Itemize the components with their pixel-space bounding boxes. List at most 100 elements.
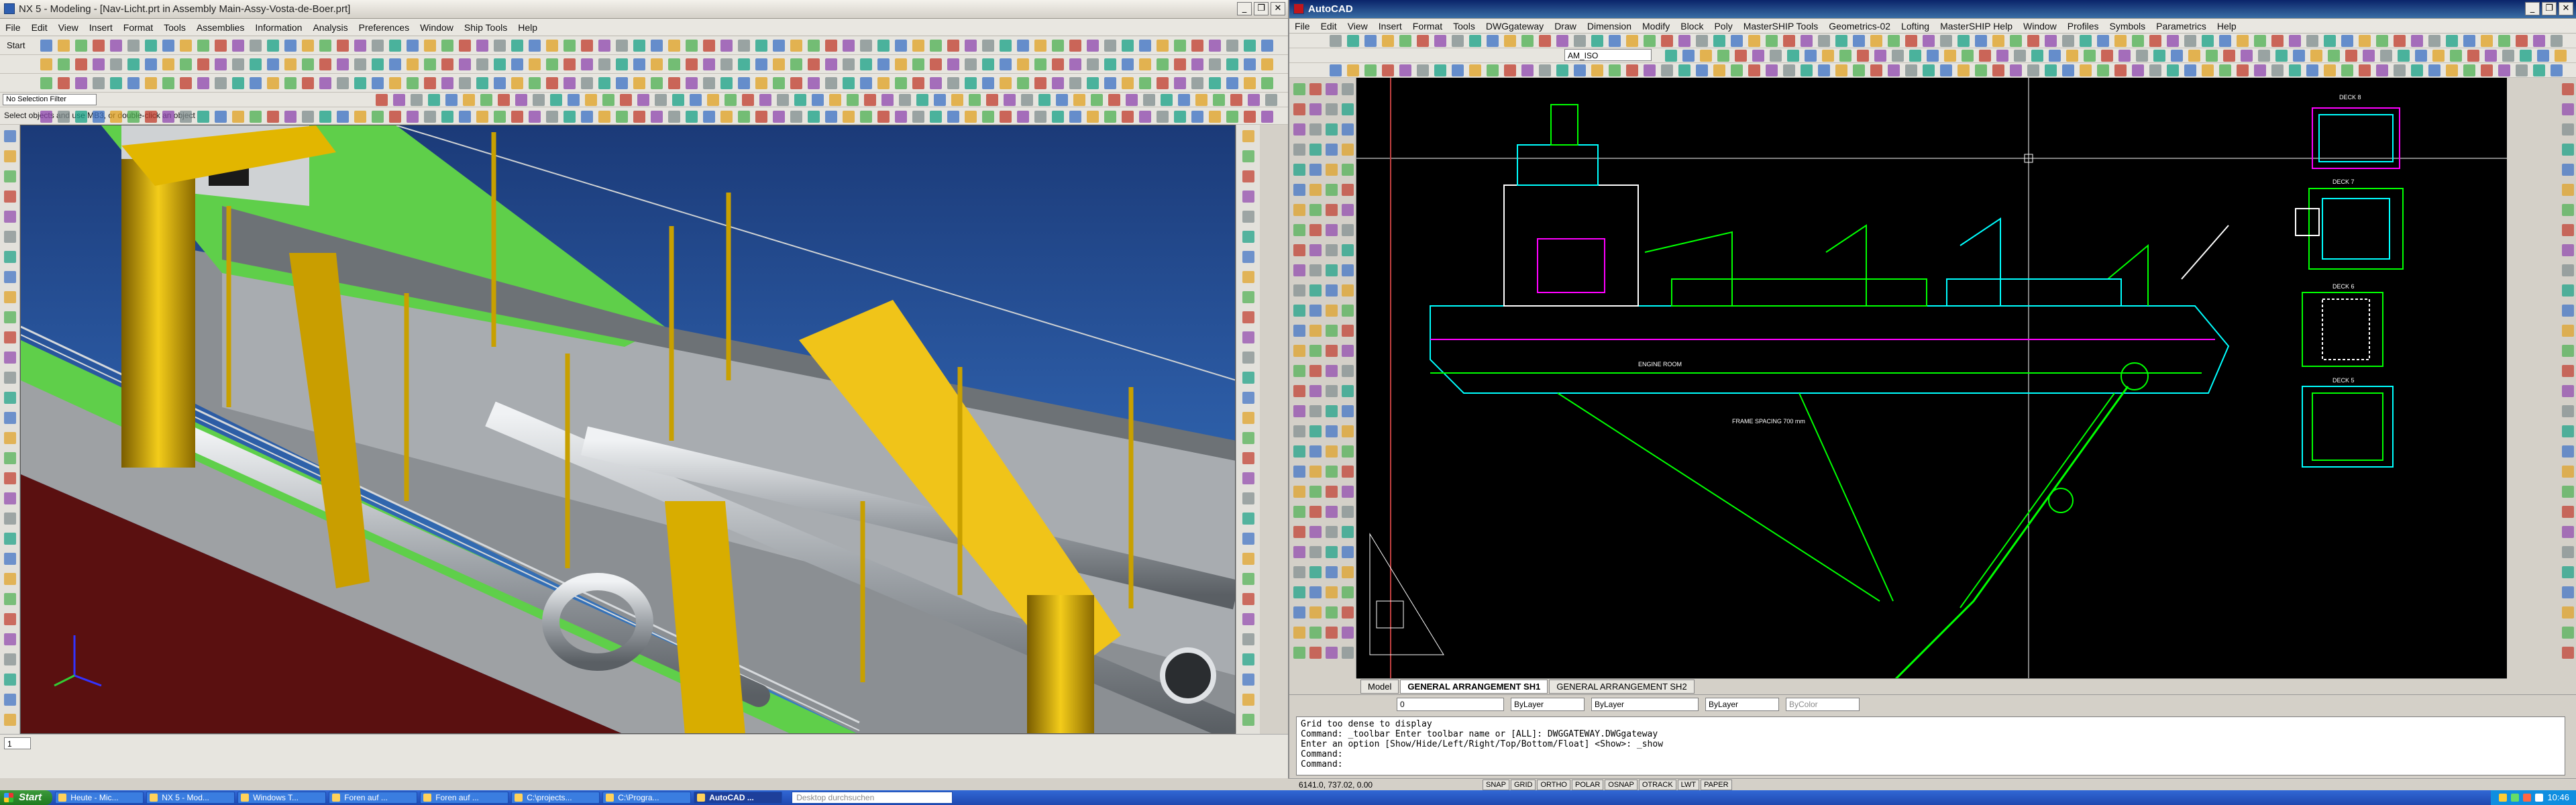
toolbar-tool-icon[interactable] xyxy=(1157,58,1169,70)
nx-menu-item-9[interactable]: Preferences xyxy=(354,22,415,33)
toolbar-tool-icon[interactable] xyxy=(2184,35,2196,47)
toolbar-tool-icon[interactable] xyxy=(337,111,349,123)
toolbar-tool-icon[interactable] xyxy=(1017,77,1029,89)
side-toolbar-icon[interactable] xyxy=(4,432,16,444)
toolbar-tool-icon[interactable] xyxy=(1191,77,1203,89)
side-toolbar-icon[interactable] xyxy=(4,513,16,525)
toolbar-tool-icon[interactable] xyxy=(2066,50,2078,62)
toolbar-tool-icon[interactable] xyxy=(877,77,890,89)
toolbar-tool-icon[interactable] xyxy=(2463,35,2475,47)
side-toolbar-icon[interactable] xyxy=(1242,231,1254,243)
side-toolbar-icon[interactable] xyxy=(1342,365,1354,377)
toolbar-tool-icon[interactable] xyxy=(354,111,366,123)
side-toolbar-icon[interactable] xyxy=(2562,305,2574,317)
toolbar-tool-icon[interactable] xyxy=(511,40,523,52)
side-toolbar-icon[interactable] xyxy=(1342,466,1354,478)
side-toolbar-icon[interactable] xyxy=(1309,244,1322,256)
toolbar-tool-icon[interactable] xyxy=(1330,64,1342,76)
toolbar-tool-icon[interactable] xyxy=(372,58,384,70)
toolbar-tool-icon[interactable] xyxy=(755,77,767,89)
toolbar-tool-icon[interactable] xyxy=(2202,64,2214,76)
side-toolbar-icon[interactable] xyxy=(1326,224,1338,236)
toolbar-tool-icon[interactable] xyxy=(2031,50,2043,62)
acad-drawing-area[interactable]: ENGINE ROOM FRAME SPACING 700 mm DECK 8 … xyxy=(1356,78,2507,678)
acad-menu-item-19[interactable]: Parametrics xyxy=(2151,21,2212,32)
side-toolbar-icon[interactable] xyxy=(1309,586,1322,598)
toolbar-tool-icon[interactable] xyxy=(982,58,994,70)
toolbar-tool-icon[interactable] xyxy=(407,111,419,123)
side-toolbar-icon[interactable] xyxy=(1293,586,1305,598)
side-toolbar-icon[interactable] xyxy=(1242,513,1254,525)
toolbar-tool-icon[interactable] xyxy=(376,94,388,106)
toolbar-tool-icon[interactable] xyxy=(1783,35,1795,47)
nx-menu-item-10[interactable]: Window xyxy=(415,22,459,33)
toolbar-tool-icon[interactable] xyxy=(2324,64,2336,76)
acad-minimize-button[interactable]: _ xyxy=(2525,2,2540,15)
toolbar-tool-icon[interactable] xyxy=(2237,35,2249,47)
toolbar-tool-icon[interactable] xyxy=(2289,35,2301,47)
toolbar-tool-icon[interactable] xyxy=(982,77,994,89)
toolbar-tool-icon[interactable] xyxy=(1975,35,1987,47)
side-toolbar-icon[interactable] xyxy=(2562,606,2574,619)
toolbar-tool-icon[interactable] xyxy=(2084,50,2096,62)
toolbar-tool-icon[interactable] xyxy=(1248,94,1260,106)
toolbar-tool-icon[interactable] xyxy=(75,40,87,52)
side-toolbar-icon[interactable] xyxy=(1242,492,1254,504)
acad-command-line[interactable]: Grid too dense to display Command: _toolb… xyxy=(1296,716,2565,775)
toolbar-tool-icon[interactable] xyxy=(1087,40,1099,52)
side-toolbar-icon[interactable] xyxy=(2562,164,2574,176)
toolbar-tool-icon[interactable] xyxy=(1957,35,1970,47)
side-toolbar-icon[interactable] xyxy=(1342,385,1354,397)
toolbar-tool-icon[interactable] xyxy=(2184,64,2196,76)
toolbar-tool-icon[interactable] xyxy=(616,58,628,70)
side-toolbar-icon[interactable] xyxy=(1242,130,1254,142)
toolbar-tool-icon[interactable] xyxy=(1139,40,1151,52)
side-toolbar-icon[interactable] xyxy=(1326,506,1338,518)
toolbar-tool-icon[interactable] xyxy=(1104,77,1116,89)
toolbar-tool-icon[interactable] xyxy=(1382,35,1394,47)
toolbar-tool-icon[interactable] xyxy=(476,40,488,52)
toolbar-tool-icon[interactable] xyxy=(724,94,737,106)
toolbar-tool-icon[interactable] xyxy=(829,94,841,106)
toolbar-tool-icon[interactable] xyxy=(1996,50,2008,62)
toolbar-tool-icon[interactable] xyxy=(2027,64,2039,76)
toolbar-tool-icon[interactable] xyxy=(738,77,750,89)
toolbar-tool-icon[interactable] xyxy=(1752,50,1764,62)
side-toolbar-icon[interactable] xyxy=(1242,150,1254,162)
toolbar-tool-icon[interactable] xyxy=(1034,40,1046,52)
toolbar-tool-icon[interactable] xyxy=(1108,94,1120,106)
side-toolbar-icon[interactable] xyxy=(1309,546,1322,558)
toolbar-tool-icon[interactable] xyxy=(1591,64,1603,76)
toolbar-tool-icon[interactable] xyxy=(895,111,907,123)
toolbar-tool-icon[interactable] xyxy=(1087,77,1099,89)
toolbar-tool-icon[interactable] xyxy=(2271,35,2284,47)
toolbar-tool-icon[interactable] xyxy=(703,77,715,89)
toolbar-tool-icon[interactable] xyxy=(511,77,523,89)
toolbar-tool-icon[interactable] xyxy=(581,40,593,52)
toolbar-tool-icon[interactable] xyxy=(1174,40,1186,52)
toolbar-tool-icon[interactable] xyxy=(162,77,174,89)
toolbar-tool-icon[interactable] xyxy=(1905,64,1917,76)
toolbar-tool-icon[interactable] xyxy=(2171,50,2183,62)
toolbar-tool-icon[interactable] xyxy=(2341,64,2353,76)
toolbar-tool-icon[interactable] xyxy=(773,40,785,52)
side-toolbar-icon[interactable] xyxy=(1309,144,1322,156)
toolbar-tool-icon[interactable] xyxy=(1226,111,1238,123)
toolbar-tool-icon[interactable] xyxy=(2359,64,2371,76)
toolbar-tool-icon[interactable] xyxy=(947,40,959,52)
side-toolbar-icon[interactable] xyxy=(1326,325,1338,337)
toolbar-tool-icon[interactable] xyxy=(581,77,593,89)
nx-menu-item-5[interactable]: Tools xyxy=(158,22,191,33)
toolbar-tool-icon[interactable] xyxy=(651,58,663,70)
toolbar-tool-icon[interactable] xyxy=(145,77,157,89)
toolbar-tool-icon[interactable] xyxy=(1591,35,1603,47)
side-toolbar-icon[interactable] xyxy=(1293,425,1305,437)
toolbar-tool-icon[interactable] xyxy=(1330,35,1342,47)
acad-plotstyle-combo[interactable]: ByColor xyxy=(1786,698,1860,711)
toolbar-tool-icon[interactable] xyxy=(633,77,645,89)
acad-menu-item-2[interactable]: View xyxy=(1342,21,1373,32)
side-toolbar-icon[interactable] xyxy=(1342,244,1354,256)
toolbar-tool-icon[interactable] xyxy=(2415,50,2427,62)
toolbar-tool-icon[interactable] xyxy=(110,77,122,89)
side-toolbar-icon[interactable] xyxy=(1309,445,1322,458)
